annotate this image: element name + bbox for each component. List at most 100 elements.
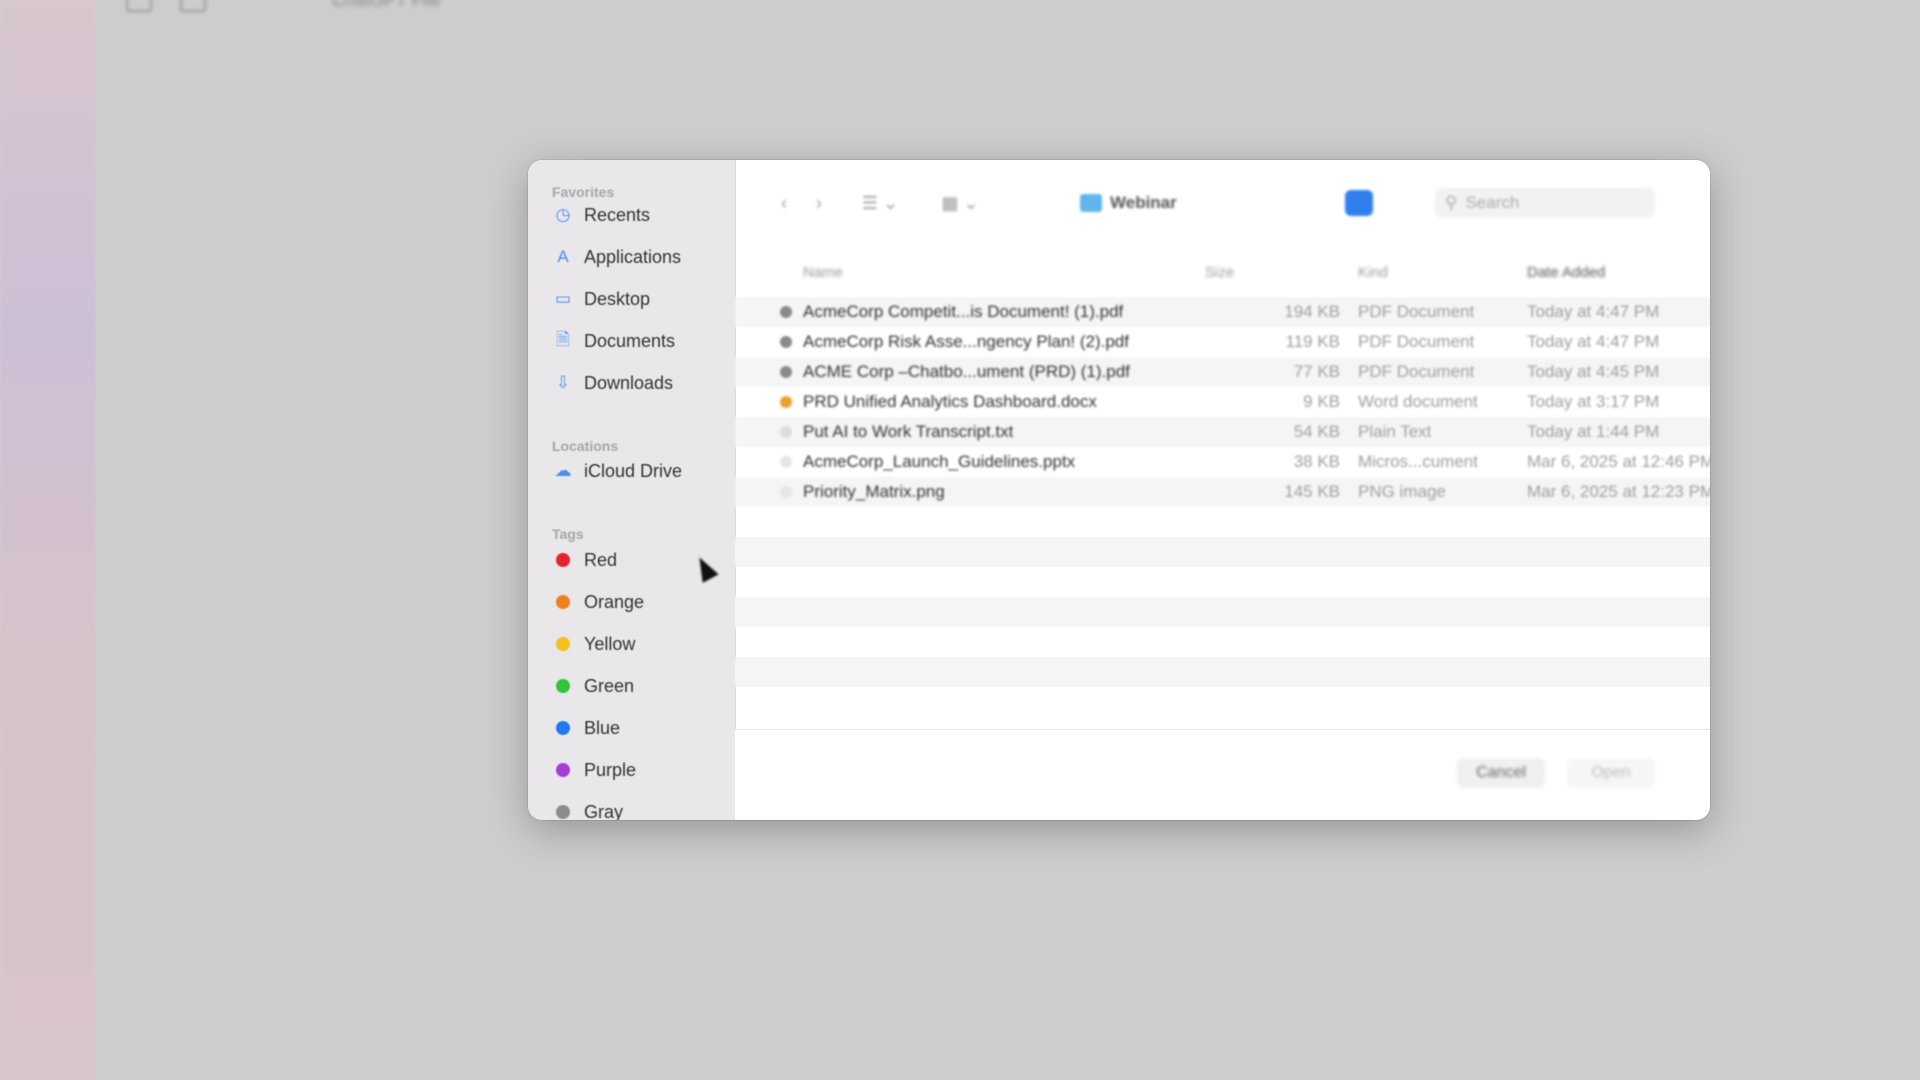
icloud-sync-icon[interactable] [1345,190,1373,216]
chevron-right-icon[interactable]: › [805,190,833,216]
file-type-icon [780,486,792,498]
file-size: 77 KB [1293,362,1340,381]
clock-icon: ◷ [555,205,571,224]
sidebar-item-label: Downloads [584,372,674,393]
column-size[interactable]: Size [1205,264,1234,281]
tag-color-dot-icon [556,637,570,651]
sidebar-toggle-icon[interactable] [126,0,152,12]
list-view-icon[interactable]: ☰ ⌄ [855,190,905,216]
search-icon: ⚲ [1445,193,1458,212]
empty-row [735,567,1710,597]
search-input[interactable]: ⚲ Search [1435,188,1655,218]
cloud-icon: ☁ [554,461,572,480]
sidebar-item-label: Applications [584,246,682,267]
file-browser: ‹ › ☰ ⌄ ▦ ⌄ Webinar ⚲ Search Name Size K… [735,160,1710,820]
sidebar-item-recents[interactable]: ◷ Recents [552,200,727,230]
sidebar-tag-purple[interactable]: Purple [552,755,727,785]
file-size: 9 KB [1303,392,1340,411]
file-kind: PDF Document [1358,362,1475,381]
file-date-added: Today at 1:44 PM [1527,422,1660,441]
file-row[interactable]: Priority_Matrix.png 145 KB PNG image Mar 6,… [735,477,1710,507]
sidebar-item-downloads[interactable]: ⇩ Downloads [552,368,727,398]
file-kind: Plain Text [1358,422,1432,441]
file-kind: Micros...cument [1358,452,1478,471]
file-row[interactable]: AcmeCorp Risk Asse...ngency Plan! (2).pd… [735,327,1710,357]
tag-color-dot-icon [556,595,570,609]
chevron-left-icon[interactable]: ‹ [770,190,798,216]
locations-heading: Locations [552,438,619,454]
file-size: 145 KB [1284,482,1340,501]
folder-location-popup[interactable]: Webinar [1080,188,1370,218]
sidebar-item-label: Green [584,675,635,696]
file-row[interactable]: AcmeCorp_Launch_Guidelines.pptx 38 KB Micr… [735,447,1710,477]
dialog-sidebar: Favorites ◷ Recents A Applications ▭ Desktop 🗎… [528,160,736,820]
document-icon: 🗎 [556,329,570,349]
file-row[interactable]: AcmeCorp Competit...is Document! (1).pdf… [735,297,1710,327]
file-kind: PDF Document [1358,332,1475,351]
file-size: 54 KB [1293,422,1340,441]
app-title: ChatGPT File [332,0,441,10]
file-size: 38 KB [1293,452,1340,471]
file-date-added: Today at 4:47 PM [1527,302,1660,321]
file-row[interactable]: PRD Unified Analytics Dashboard.docx 9 KB… [735,387,1710,417]
file-date-added: Mar 6, 2025 at 12:23 PM [1527,482,1710,501]
file-type-icon [780,366,792,378]
tags-heading: Tags [552,526,584,542]
cancel-button[interactable]: Cancel [1457,758,1545,788]
empty-row [735,657,1710,687]
search-placeholder: Search [1465,193,1520,212]
file-type-icon [780,426,792,438]
sidebar-item-label: Orange [584,591,645,612]
dialog-footer: Cancel Open [735,729,1710,820]
file-name: ACME Corp –Chatbo...ument (PRD) (1).pdf [803,362,1130,381]
tag-color-dot-icon [556,805,570,819]
sidebar-item-label: iCloud Drive [584,460,683,481]
folder-name: Webinar [1110,193,1177,212]
sidebar-tag-gray[interactable]: Gray [552,797,727,820]
sidebar-item-label: Desktop [584,288,651,309]
new-chat-icon[interactable] [180,0,206,12]
empty-row [735,507,1710,537]
file-kind: PDF Document [1358,302,1475,321]
open-button[interactable]: Open [1567,758,1655,788]
file-date-added: Today at 3:17 PM [1527,392,1660,411]
sidebar-item-label: Gray [584,801,624,821]
folder-icon [1080,194,1102,212]
sidebar-item-desktop[interactable]: ▭ Desktop [552,284,727,314]
sidebar-tag-blue[interactable]: Blue [552,713,727,743]
open-file-dialog: Favorites ◷ Recents A Applications ▭ Desktop 🗎… [528,160,1710,820]
sidebar-item-label: Purple [584,759,637,780]
empty-row [735,627,1710,657]
file-name: AcmeCorp Competit...is Document! (1).pdf [803,302,1124,321]
file-size: 119 KB [1285,332,1340,351]
applications-icon: A [557,247,569,266]
desktop-icon: ▭ [554,289,572,308]
sidebar-item-documents[interactable]: 🗎 Documents [552,326,727,356]
sidebar-item-applications[interactable]: A Applications [552,242,727,272]
file-type-icon [780,396,792,408]
sidebar-tag-orange[interactable]: Orange [552,587,727,617]
file-kind: PNG image [1358,482,1446,501]
column-date-added[interactable]: Date Added [1527,264,1605,281]
file-row[interactable]: ACME Corp –Chatbo...ument (PRD) (1).pdf 7… [735,357,1710,387]
sidebar-item-icloud-drive[interactable]: ☁ iCloud Drive [552,456,727,486]
file-type-icon [780,456,792,468]
file-name: Priority_Matrix.png [803,482,945,501]
sidebar-item-label: Documents [584,330,676,351]
grid-view-icon[interactable]: ▦ ⌄ [935,190,985,216]
file-row[interactable]: Put AI to Work Transcript.txt 54 KB Plain … [735,417,1710,447]
sidebar-item-label: Yellow [584,633,636,654]
sidebar-item-label: Recents [584,204,651,225]
column-name[interactable]: Name [803,264,843,281]
download-icon: ⇩ [555,373,571,392]
favorites-heading: Favorites [552,184,615,200]
file-date-added: Today at 4:47 PM [1527,332,1660,351]
file-date-added: Mar 6, 2025 at 12:46 PM [1527,452,1710,471]
file-list: AcmeCorp Competit...is Document! (1).pdf… [735,297,1710,687]
sidebar-tag-yellow[interactable]: Yellow [552,629,727,659]
empty-row [735,537,1710,567]
column-kind[interactable]: Kind [1358,264,1388,281]
desktop-wallpaper-edge [0,0,96,1080]
sidebar-tag-green[interactable]: Green [552,671,727,701]
file-type-icon [780,336,792,348]
